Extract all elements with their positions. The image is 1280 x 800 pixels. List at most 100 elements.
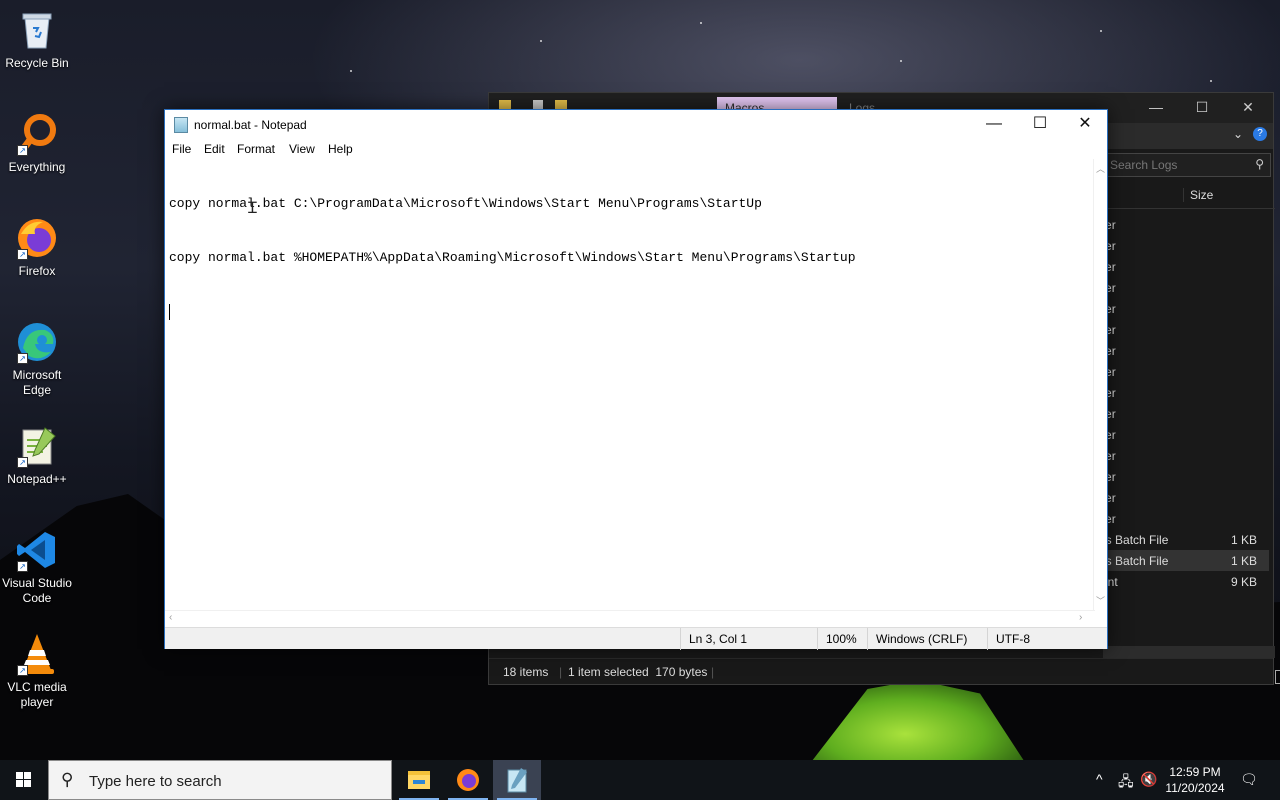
desktop-icon-label: Visual Studio Code xyxy=(2,576,72,605)
file-list-row[interactable]: File folder xyxy=(1063,256,1269,277)
file-list-row[interactable]: File folder xyxy=(1063,277,1269,298)
file-list-row[interactable]: File folder xyxy=(1063,508,1269,529)
scroll-right-arrow-icon[interactable]: › xyxy=(1079,612,1082,623)
menu-bar: File Edit Format View Help xyxy=(165,139,1107,159)
menu-format[interactable]: Format xyxy=(237,142,275,156)
menu-help[interactable]: Help xyxy=(328,142,353,156)
notepad-status-bar: Ln 3, Col 1 100% Windows (CRLF) UTF-8 xyxy=(165,627,1107,650)
firefox-icon: ↗ xyxy=(15,216,59,260)
file-list-row[interactable]: File folder xyxy=(1063,424,1269,445)
file-list-row[interactable]: File folder xyxy=(1063,403,1269,424)
file-explorer-icon xyxy=(408,771,430,789)
shortcut-arrow-icon: ↗ xyxy=(17,249,28,260)
vlc-icon: ↗ xyxy=(15,632,59,676)
desktop-icon-edge[interactable]: ↗ Microsoft Edge xyxy=(0,320,74,398)
explorer-close-button[interactable]: ✕ xyxy=(1233,99,1263,116)
column-header: Size xyxy=(1103,181,1275,209)
file-list-row[interactable]: File folder xyxy=(1063,382,1269,403)
window-title: normal.bat - Notepad xyxy=(194,118,307,132)
windows-logo-icon xyxy=(16,772,31,787)
menu-view[interactable]: View xyxy=(289,142,315,156)
system-clock[interactable]: 12:59 PM 11/20/2024 xyxy=(1160,764,1230,796)
notepad-titlebar[interactable]: normal.bat - Notepad — ☐ ✕ xyxy=(165,110,1107,139)
explorer-minimize-button[interactable]: — xyxy=(1141,99,1171,115)
taskbar-search-input[interactable]: ⚲ Type here to search xyxy=(48,760,392,800)
desktop-icon-vlc[interactable]: ↗ VLC media player xyxy=(0,632,74,710)
recycle-bin-icon xyxy=(15,8,59,52)
clock-time: 12:59 PM xyxy=(1169,765,1221,779)
desktop-icon-notepadpp[interactable]: ↗ Notepad++ xyxy=(0,424,74,487)
file-list-row[interactable]: File folder xyxy=(1063,319,1269,340)
horizontal-scrollbar[interactable]: ‹ › xyxy=(165,610,1095,626)
cursor-position: Ln 3, Col 1 xyxy=(680,628,816,650)
show-hidden-icons-icon[interactable]: ^ xyxy=(1096,771,1103,787)
file-list-row[interactable]: Windows Batch File 1 KB xyxy=(1063,550,1269,571)
scroll-left-arrow-icon[interactable]: ‹ xyxy=(169,612,172,623)
text-caret xyxy=(169,303,170,320)
zoom-level: 100% xyxy=(817,628,867,650)
menu-file[interactable]: File xyxy=(172,142,191,156)
chevron-down-icon[interactable]: ⌄ xyxy=(1233,127,1243,141)
vscode-icon: ↗ xyxy=(15,528,59,572)
star xyxy=(1100,30,1102,32)
desktop-icon-label: VLC media player xyxy=(7,680,67,709)
vertical-scrollbar[interactable]: ︿ ﹀ xyxy=(1093,159,1107,610)
help-icon[interactable]: ? xyxy=(1253,127,1267,141)
file-list-row[interactable]: File folder xyxy=(1063,214,1269,235)
firefox-icon xyxy=(457,769,479,791)
file-list-row[interactable]: File folder xyxy=(1063,487,1269,508)
file-list-row[interactable]: File folder xyxy=(1063,235,1269,256)
search-placeholder: Type here to search xyxy=(89,773,222,790)
file-list-row[interactable]: File folder xyxy=(1063,340,1269,361)
file-list-row[interactable]: File folder xyxy=(1063,298,1269,319)
text-line: copy normal.bat %HOMEPATH%\AppData\Roami… xyxy=(169,250,856,265)
text-editor[interactable]: copy normal.bat C:\ProgramData\Microsoft… xyxy=(165,159,1095,610)
close-button[interactable]: ✕ xyxy=(1062,110,1108,139)
shortcut-arrow-icon: ↗ xyxy=(17,561,28,572)
scroll-down-arrow-icon[interactable]: ﹀ xyxy=(1096,594,1105,607)
minimize-button[interactable]: — xyxy=(971,110,1017,139)
notepad-icon xyxy=(174,117,188,133)
taskbar-firefox[interactable] xyxy=(444,760,492,800)
taskbar-notepad[interactable] xyxy=(493,760,541,800)
item-count: 18 items xyxy=(503,665,549,679)
file-list-row[interactable]: File folder xyxy=(1063,466,1269,487)
desktop: Recycle Bin ↗ Everything ↗ Firefox ↗ Mic… xyxy=(0,0,1280,760)
desktop-icon-everything[interactable]: ↗ Everything xyxy=(0,112,74,175)
notifications-icon[interactable]: 🗨 xyxy=(1240,771,1258,788)
taskbar-file-explorer[interactable] xyxy=(395,760,443,800)
everything-search-icon: ↗ xyxy=(15,112,59,156)
desktop-icon-recycle-bin[interactable]: Recycle Bin xyxy=(0,8,74,71)
explorer-search-input[interactable]: Search Logs ⚲ xyxy=(1103,153,1271,177)
star xyxy=(700,22,702,24)
file-list-row[interactable]: Document9 KB xyxy=(1063,571,1269,592)
column-size-header[interactable]: Size xyxy=(1183,188,1213,202)
large-icons-view-icon[interactable] xyxy=(1275,670,1280,684)
menu-edit[interactable]: Edit xyxy=(204,142,225,156)
network-icon[interactable]: 🖧 xyxy=(1118,771,1134,795)
start-button[interactable] xyxy=(0,760,48,800)
file-list-row[interactable]: Windows Batch File 1 KB xyxy=(1063,529,1269,550)
ibeam-cursor-icon: Ɪ xyxy=(248,198,257,217)
explorer-status-bar: 18 items | 1 item selected 170 bytes | xyxy=(489,658,1280,684)
explorer-horizontal-scrollbar[interactable] xyxy=(1103,646,1275,658)
maximize-button[interactable]: ☐ xyxy=(1017,110,1063,139)
explorer-maximize-button[interactable]: ☐ xyxy=(1187,99,1217,116)
notepad-window[interactable]: normal.bat - Notepad — ☐ ✕ File Edit For… xyxy=(164,109,1108,650)
volume-muted-icon[interactable]: 🔇 xyxy=(1140,771,1157,788)
file-list-row[interactable]: File folder xyxy=(1063,361,1269,382)
clock-date: 11/20/2024 xyxy=(1165,781,1225,795)
text-line: copy normal.bat C:\ProgramData\Microsoft… xyxy=(169,196,762,211)
shortcut-arrow-icon: ↗ xyxy=(17,145,28,156)
desktop-icon-firefox[interactable]: ↗ Firefox xyxy=(0,216,74,279)
search-icon: ⚲ xyxy=(61,770,74,789)
file-list-row[interactable]: File folder xyxy=(1063,445,1269,466)
shortcut-arrow-icon: ↗ xyxy=(17,353,28,364)
desktop-icon-vscode[interactable]: ↗ Visual Studio Code xyxy=(0,528,74,606)
shortcut-arrow-icon: ↗ xyxy=(17,457,28,468)
shortcut-arrow-icon: ↗ xyxy=(17,665,28,676)
taskbar: ⚲ Type here to search ^ 🖧 🔇 12:59 PM 11/… xyxy=(0,760,1280,800)
scroll-up-arrow-icon[interactable]: ︿ xyxy=(1096,162,1105,175)
text-line-current xyxy=(169,303,1091,321)
edge-icon: ↗ xyxy=(15,320,59,364)
